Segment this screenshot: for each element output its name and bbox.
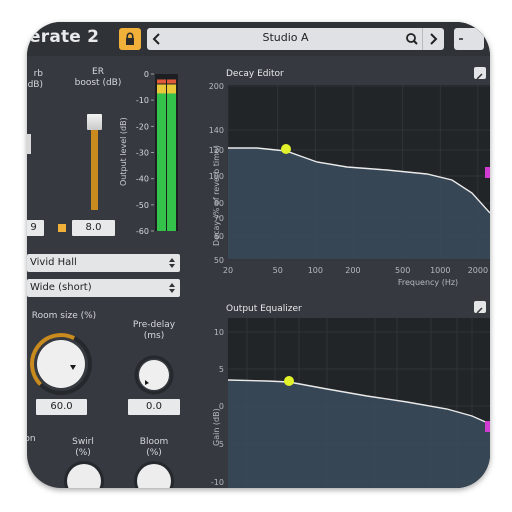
decay-high-handle[interactable] — [485, 167, 490, 178]
size-dropdown[interactable]: Wide (short) — [27, 279, 180, 297]
eq-y-tick: -10 — [211, 478, 224, 487]
title-bar: erate 2 Studio A — [27, 22, 490, 56]
decay-y-tick: 140 — [209, 126, 224, 135]
pre-delay-label: Pre-delay (ms) — [132, 320, 176, 341]
previous-preset-button[interactable] — [147, 28, 167, 50]
output-level-axis-label: Output level (dB) — [119, 117, 128, 186]
output-eq-edit-button[interactable] — [474, 301, 486, 314]
search-icon — [406, 33, 418, 45]
next-preset-button[interactable] — [422, 28, 443, 50]
decay-x-tick: 100 — [308, 266, 323, 275]
bloom-label: Bloom (%) — [139, 437, 169, 458]
decay-x-tick: 1000 — [430, 266, 450, 275]
swirl-label: Swirl (%) — [72, 437, 94, 458]
cut-label: on — [27, 434, 36, 444]
chevron-left-icon — [152, 33, 160, 45]
decay-x-tick: 20 — [223, 266, 233, 275]
swirl-knob[interactable] — [67, 464, 101, 488]
decay-low-handle[interactable] — [281, 144, 291, 154]
decay-x-tick: 200 — [345, 266, 360, 275]
preset-selector[interactable]: Studio A — [147, 28, 444, 50]
pre-delay-value[interactable]: 0.0 — [128, 399, 180, 415]
reverb-level-label: rb dB) — [27, 69, 43, 90]
updown-arrow-icon — [169, 283, 175, 293]
eq-high-handle[interactable] — [485, 421, 490, 432]
meter-clip-right — [167, 79, 176, 84]
meter-tick-label: -10 — [136, 96, 149, 105]
bloom-knob[interactable] — [137, 464, 171, 488]
meter-tick-label: 0 — [144, 70, 149, 79]
size-dropdown-value: Wide (short) — [30, 282, 92, 293]
decay-x-axis-label: Frequency (Hz) — [398, 278, 458, 287]
lock-button[interactable] — [119, 28, 141, 50]
decay-x-tick: 500 — [395, 266, 410, 275]
decay-y-tick: 50 — [214, 256, 224, 265]
eq-y-tick: 5 — [219, 365, 224, 374]
search-preset-button[interactable] — [402, 28, 422, 50]
plugin-window: erate 2 Studio A rb dB) 9 ER boost (dB) — [27, 22, 490, 488]
meter-tick-label: -50 — [136, 201, 149, 210]
dropdown-arrow-icon — [459, 38, 463, 40]
updown-arrow-icon — [169, 258, 175, 268]
pencil-icon — [476, 307, 483, 314]
space-dropdown-value: Vivid Hall — [30, 257, 77, 268]
meter-clip-left — [157, 79, 166, 84]
reverb-level-value[interactable]: 9 — [27, 220, 44, 236]
er-boost-value[interactable]: 8.0 — [72, 220, 115, 236]
meter-tick-label: -40 — [136, 175, 149, 184]
reverb-level-fader-handle[interactable] — [27, 134, 31, 154]
er-link-indicator[interactable] — [58, 224, 66, 232]
meter-tick-label: -30 — [136, 149, 149, 158]
meter-bar-left — [157, 93, 166, 231]
decay-x-tick: 2000 — [468, 266, 488, 275]
preset-name: Studio A — [262, 31, 309, 44]
room-size-value[interactable]: 60.0 — [36, 399, 87, 415]
meter-peak-right — [167, 84, 176, 94]
eq-low-handle[interactable] — [284, 376, 294, 386]
er-boost-fader-handle[interactable] — [87, 114, 102, 130]
meter-peak-left — [157, 84, 166, 94]
decay-x-tick: 50 — [273, 266, 283, 275]
app-title: erate 2 — [29, 27, 100, 47]
chevron-right-icon — [430, 33, 438, 45]
room-size-knob[interactable] — [28, 331, 94, 397]
meter-tick-label: -20 — [136, 122, 149, 131]
decay-editor-graph[interactable]: 20014012010080706050 20 50 100 200 500 1000 20… — [187, 78, 490, 294]
pre-delay-knob[interactable] — [134, 355, 174, 395]
room-size-label: Room size (%) — [31, 311, 97, 321]
menu-button[interactable] — [454, 28, 484, 50]
output-eq-graph[interactable]: 1050-5-10 Gain (dB) — [187, 316, 490, 488]
space-dropdown[interactable]: Vivid Hall — [27, 254, 180, 272]
output-eq-title: Output Equalizer — [226, 304, 302, 314]
decay-y-tick: 200 — [209, 82, 224, 91]
lock-icon — [126, 32, 134, 45]
meter-tick-label: -60 — [136, 227, 149, 236]
er-boost-fader-fill — [91, 126, 98, 210]
eq-y-axis-label: Gain (dB) — [212, 408, 221, 446]
meter-bar-right — [167, 93, 176, 231]
decay-y-axis-label: Decay (% of reverb time) — [212, 145, 221, 246]
eq-y-tick: 10 — [214, 328, 224, 337]
